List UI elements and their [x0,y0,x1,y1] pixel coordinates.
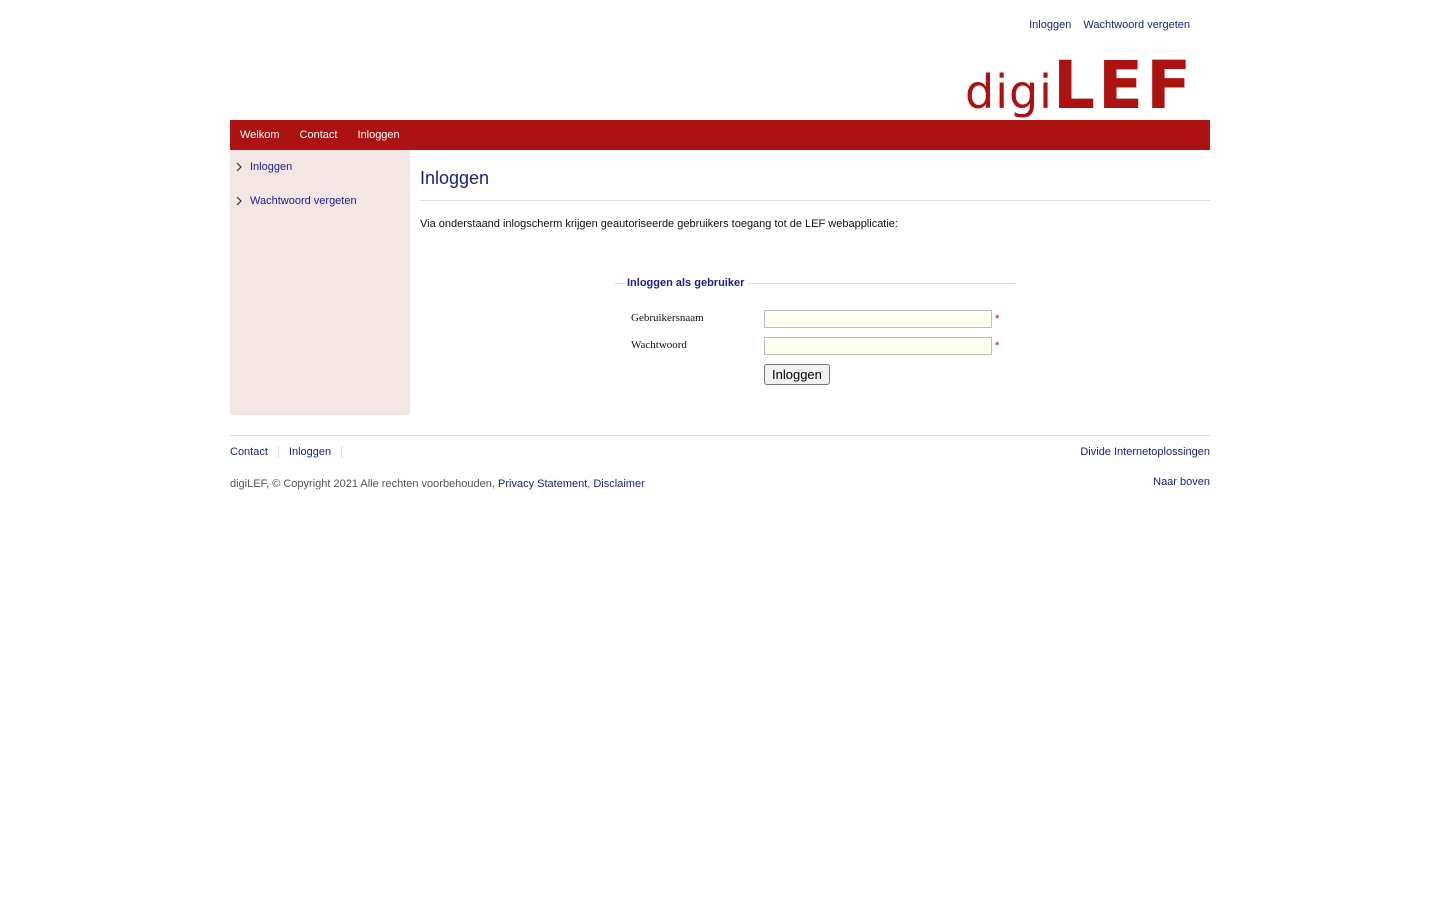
login-button[interactable]: Inloggen [764,364,830,385]
sidebar-item-label[interactable]: Inloggen [250,161,292,173]
copyright-text: digiLEF, © Copyright 2021 Alle rechten v… [230,478,495,490]
back-to-top-link[interactable]: Naar boven [1153,476,1210,488]
nav-item-contact[interactable]: Contact [300,129,338,141]
privacy-statement-link[interactable]: Privacy Statement [498,478,587,490]
footer-separator: , [587,478,591,490]
username-label: Gebruikersnaam [631,312,704,324]
content-area: Inloggen Wachtwoord vergeten Inloggen Vi… [230,150,1210,415]
password-input[interactable] [764,337,992,355]
header: Inloggen Wachtwoord vergeten digiLEF [230,0,1210,124]
nav-item-welkom[interactable]: Welkom [240,129,280,141]
sidebar: Inloggen Wachtwoord vergeten [230,150,410,415]
sidebar-item-inloggen[interactable]: Inloggen [230,159,410,175]
chevron-right-icon [235,162,250,172]
fieldset-legend: Inloggen als gebruiker [623,277,749,289]
page: Inloggen Wachtwoord vergeten digiLEF Wel… [230,0,1210,506]
login-fieldset: Inloggen als gebruiker Gebruikersnaam * … [615,277,1015,385]
intro-text: Via onderstaand inlogscherm krijgen geau… [420,218,898,230]
required-marker: * [995,340,1000,352]
copyright: digiLEF, © Copyright 2021 Alle rechten v… [230,478,645,490]
chevron-right-icon [235,196,250,206]
page-title: Inloggen [420,168,1210,201]
password-label: Wachtwoord [631,339,687,351]
footer-links: Contact Inloggen [230,446,352,458]
main-navigation: Welkom Contact Inloggen [230,120,1210,150]
top-link-inloggen[interactable]: Inloggen [1029,19,1071,31]
footer-link-inloggen[interactable]: Inloggen [289,446,343,458]
logo[interactable]: digiLEF [965,47,1194,124]
top-link-wachtwoord-vergeten[interactable]: Wachtwoord vergeten [1083,19,1190,31]
top-links: Inloggen Wachtwoord vergeten [1020,19,1190,31]
logo-text-lef: LEF [1052,47,1195,124]
required-marker: * [995,313,1000,325]
company-link[interactable]: Divide Internetoplossingen [1080,446,1210,458]
username-input[interactable] [764,310,992,328]
logo-text-digi: digi [965,65,1053,119]
nav-item-inloggen[interactable]: Inloggen [357,129,399,141]
footer: Contact Inloggen Divide Internetoplossin… [230,435,1210,506]
sidebar-item-label[interactable]: Wachtwoord vergeten [250,195,357,207]
sidebar-item-wachtwoord-vergeten[interactable]: Wachtwoord vergeten [230,193,410,209]
footer-link-contact[interactable]: Contact [230,446,279,458]
disclaimer-link[interactable]: Disclaimer [593,478,644,490]
